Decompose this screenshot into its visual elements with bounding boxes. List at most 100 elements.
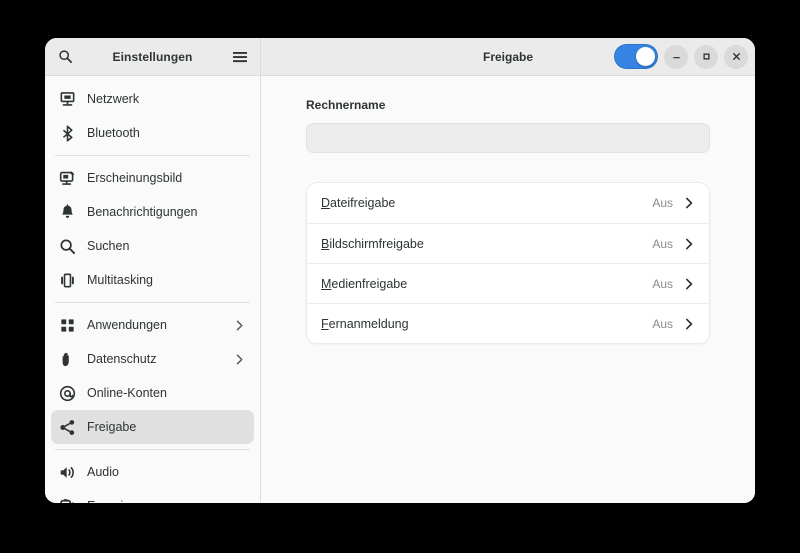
bluetooth-icon: [62, 124, 73, 142]
sidebar-item-benachrichtigungen[interactable]: Benachrichtigungen: [51, 195, 254, 229]
network-workstation-icon: [60, 91, 75, 106]
sharing-row-title: Bildschirmfreigabe: [321, 237, 652, 251]
chevron-right-icon: [685, 238, 693, 249]
sidebar-item-label: Audio: [87, 465, 119, 479]
mnemonic-letter: F: [321, 316, 329, 331]
sidebar-title: Einstellungen: [112, 49, 193, 64]
share-nodes-icon: [59, 419, 76, 436]
speaker-icon: [59, 464, 76, 481]
mnemonic-letter: D: [321, 196, 331, 210]
sidebar-header: Einstellungen: [45, 38, 261, 75]
sharing-row-title: Fernanmeldung: [321, 317, 652, 331]
sharing-row-title: Dateifreigabe: [321, 196, 652, 210]
bell-icon: [59, 203, 76, 221]
sharing-master-toggle[interactable]: [614, 44, 658, 69]
sharing-row-title-rest: edienfreigabe: [331, 276, 408, 291]
multitasking-icon: [59, 272, 76, 289]
sharing-row-value: Aus: [652, 316, 673, 331]
page-header: Freigabe: [261, 38, 755, 75]
minimize-button[interactable]: [664, 44, 688, 69]
sidebar-item-suchen[interactable]: Suchen: [51, 229, 254, 263]
sidebar-item-label: Online-Konten: [87, 386, 167, 400]
chevron-right-icon: [682, 196, 696, 210]
hostname-label: Rechnername: [306, 98, 386, 112]
chevron-right-icon: [233, 353, 246, 366]
sidebar-item-label: Freigabe: [87, 420, 137, 434]
sharing-row-value: Aus: [652, 196, 673, 210]
sharing-row-title-rest: ateifreigabe: [330, 196, 396, 210]
sidebar-item-online-konten[interactable]: Online-Konten: [51, 376, 254, 410]
at-sign-icon: [59, 385, 76, 401]
bell-icon: [62, 203, 73, 218]
sidebar-item-audio[interactable]: Audio: [51, 455, 254, 489]
minimize-icon: [672, 57, 680, 59]
chevron-right-icon: [233, 319, 246, 332]
search-icon: [58, 50, 72, 63]
chevron-right-icon: [682, 277, 696, 291]
sidebar-item-label: Suchen: [87, 239, 130, 253]
search-icon: [59, 238, 76, 255]
multitasking-icon: [61, 273, 74, 287]
hostname-input[interactable]: [306, 123, 710, 153]
sharing-row[interactable]: Fernanmeldung Aus: [307, 303, 709, 343]
main-content: Rechnername Dateifreigabe Aus Bildschirmfr…: [261, 76, 755, 503]
chevron-right-icon: [236, 354, 243, 364]
close-icon: [732, 53, 740, 60]
sharing-row[interactable]: Medienfreigabe Aus: [307, 263, 709, 303]
sharing-row-title-rest: ildschirmfreigabe: [329, 236, 424, 251]
sharing-options-card: Dateifreigabe Aus Bildschirmfreigabe Aus Med…: [306, 182, 710, 344]
mnemonic-letter: M: [321, 276, 332, 291]
sharing-row-value: Aus: [652, 276, 673, 291]
chevron-right-icon: [682, 317, 696, 331]
toggle-knob: [636, 47, 655, 66]
search-icon: [60, 238, 76, 254]
sidebar-item-datenschutz[interactable]: Datenschutz: [51, 342, 254, 376]
apps-grid-icon: [59, 317, 76, 334]
share-nodes-icon: [60, 419, 75, 435]
sidebar-item-label: Multitasking: [87, 273, 153, 287]
apps-grid-icon: [61, 318, 74, 332]
sidebar-item-label: Bluetooth: [87, 126, 140, 140]
window-body: Netzwerk Bluetooth Erscheinungsbild Benachr…: [45, 76, 755, 503]
chevron-right-icon: [685, 197, 693, 209]
sidebar-item-label: Benachrichtigungen: [87, 205, 198, 219]
appearance-icon: [59, 170, 76, 187]
close-button[interactable]: [724, 44, 748, 69]
sharing-row-title: Medienfreigabe: [321, 277, 652, 291]
sharing-row[interactable]: Bildschirmfreigabe Aus: [307, 223, 709, 263]
sidebar-item-anwendungen[interactable]: Anwendungen: [51, 308, 254, 342]
chevron-right-icon: [685, 278, 693, 289]
sidebar-item-label: Erscheinungsbild: [87, 171, 183, 185]
main-menu-button[interactable]: [226, 43, 254, 71]
sidebar-item-bluetooth[interactable]: Bluetooth: [51, 116, 254, 150]
hand-privacy-icon: [59, 351, 76, 368]
sidebar-item-label: Datenschutz: [87, 352, 157, 366]
battery-power-icon: [59, 498, 76, 503]
bluetooth-icon: [59, 124, 76, 142]
hamburger-menu-icon: [233, 51, 247, 62]
sidebar-item-freigabe[interactable]: Freigabe: [51, 410, 254, 444]
settings-window: Einstellungen Freigabe Netzwerk Bluetoot…: [45, 38, 755, 503]
sidebar-item-energie[interactable]: Energie: [51, 489, 254, 503]
battery-power-icon: [60, 498, 74, 503]
sidebar-item-multitasking[interactable]: Multitasking: [51, 263, 254, 297]
maximize-icon: [702, 53, 710, 60]
hand-privacy-icon: [62, 352, 69, 366]
header-bar: Einstellungen Freigabe: [45, 38, 755, 76]
sidebar-separator: [55, 302, 250, 303]
chevron-right-icon: [236, 320, 243, 330]
sharing-row-title-rest: ernanmeldung: [328, 316, 409, 331]
sharing-row[interactable]: Dateifreigabe Aus: [307, 183, 709, 223]
chevron-right-icon: [682, 237, 696, 251]
sidebar-separator: [55, 155, 250, 156]
maximize-button[interactable]: [694, 44, 718, 69]
search-button[interactable]: [51, 43, 79, 71]
sidebar-item-label: Anwendungen: [87, 318, 167, 332]
sidebar-item-netzwerk[interactable]: Netzwerk: [51, 82, 254, 116]
sidebar-separator: [55, 449, 250, 450]
sidebar: Netzwerk Bluetooth Erscheinungsbild Benachr…: [45, 76, 261, 503]
chevron-right-icon: [685, 318, 693, 329]
sidebar-item-erscheinungsbild[interactable]: Erscheinungsbild: [51, 161, 254, 195]
at-sign-icon: [59, 385, 76, 402]
appearance-icon: [59, 170, 75, 185]
